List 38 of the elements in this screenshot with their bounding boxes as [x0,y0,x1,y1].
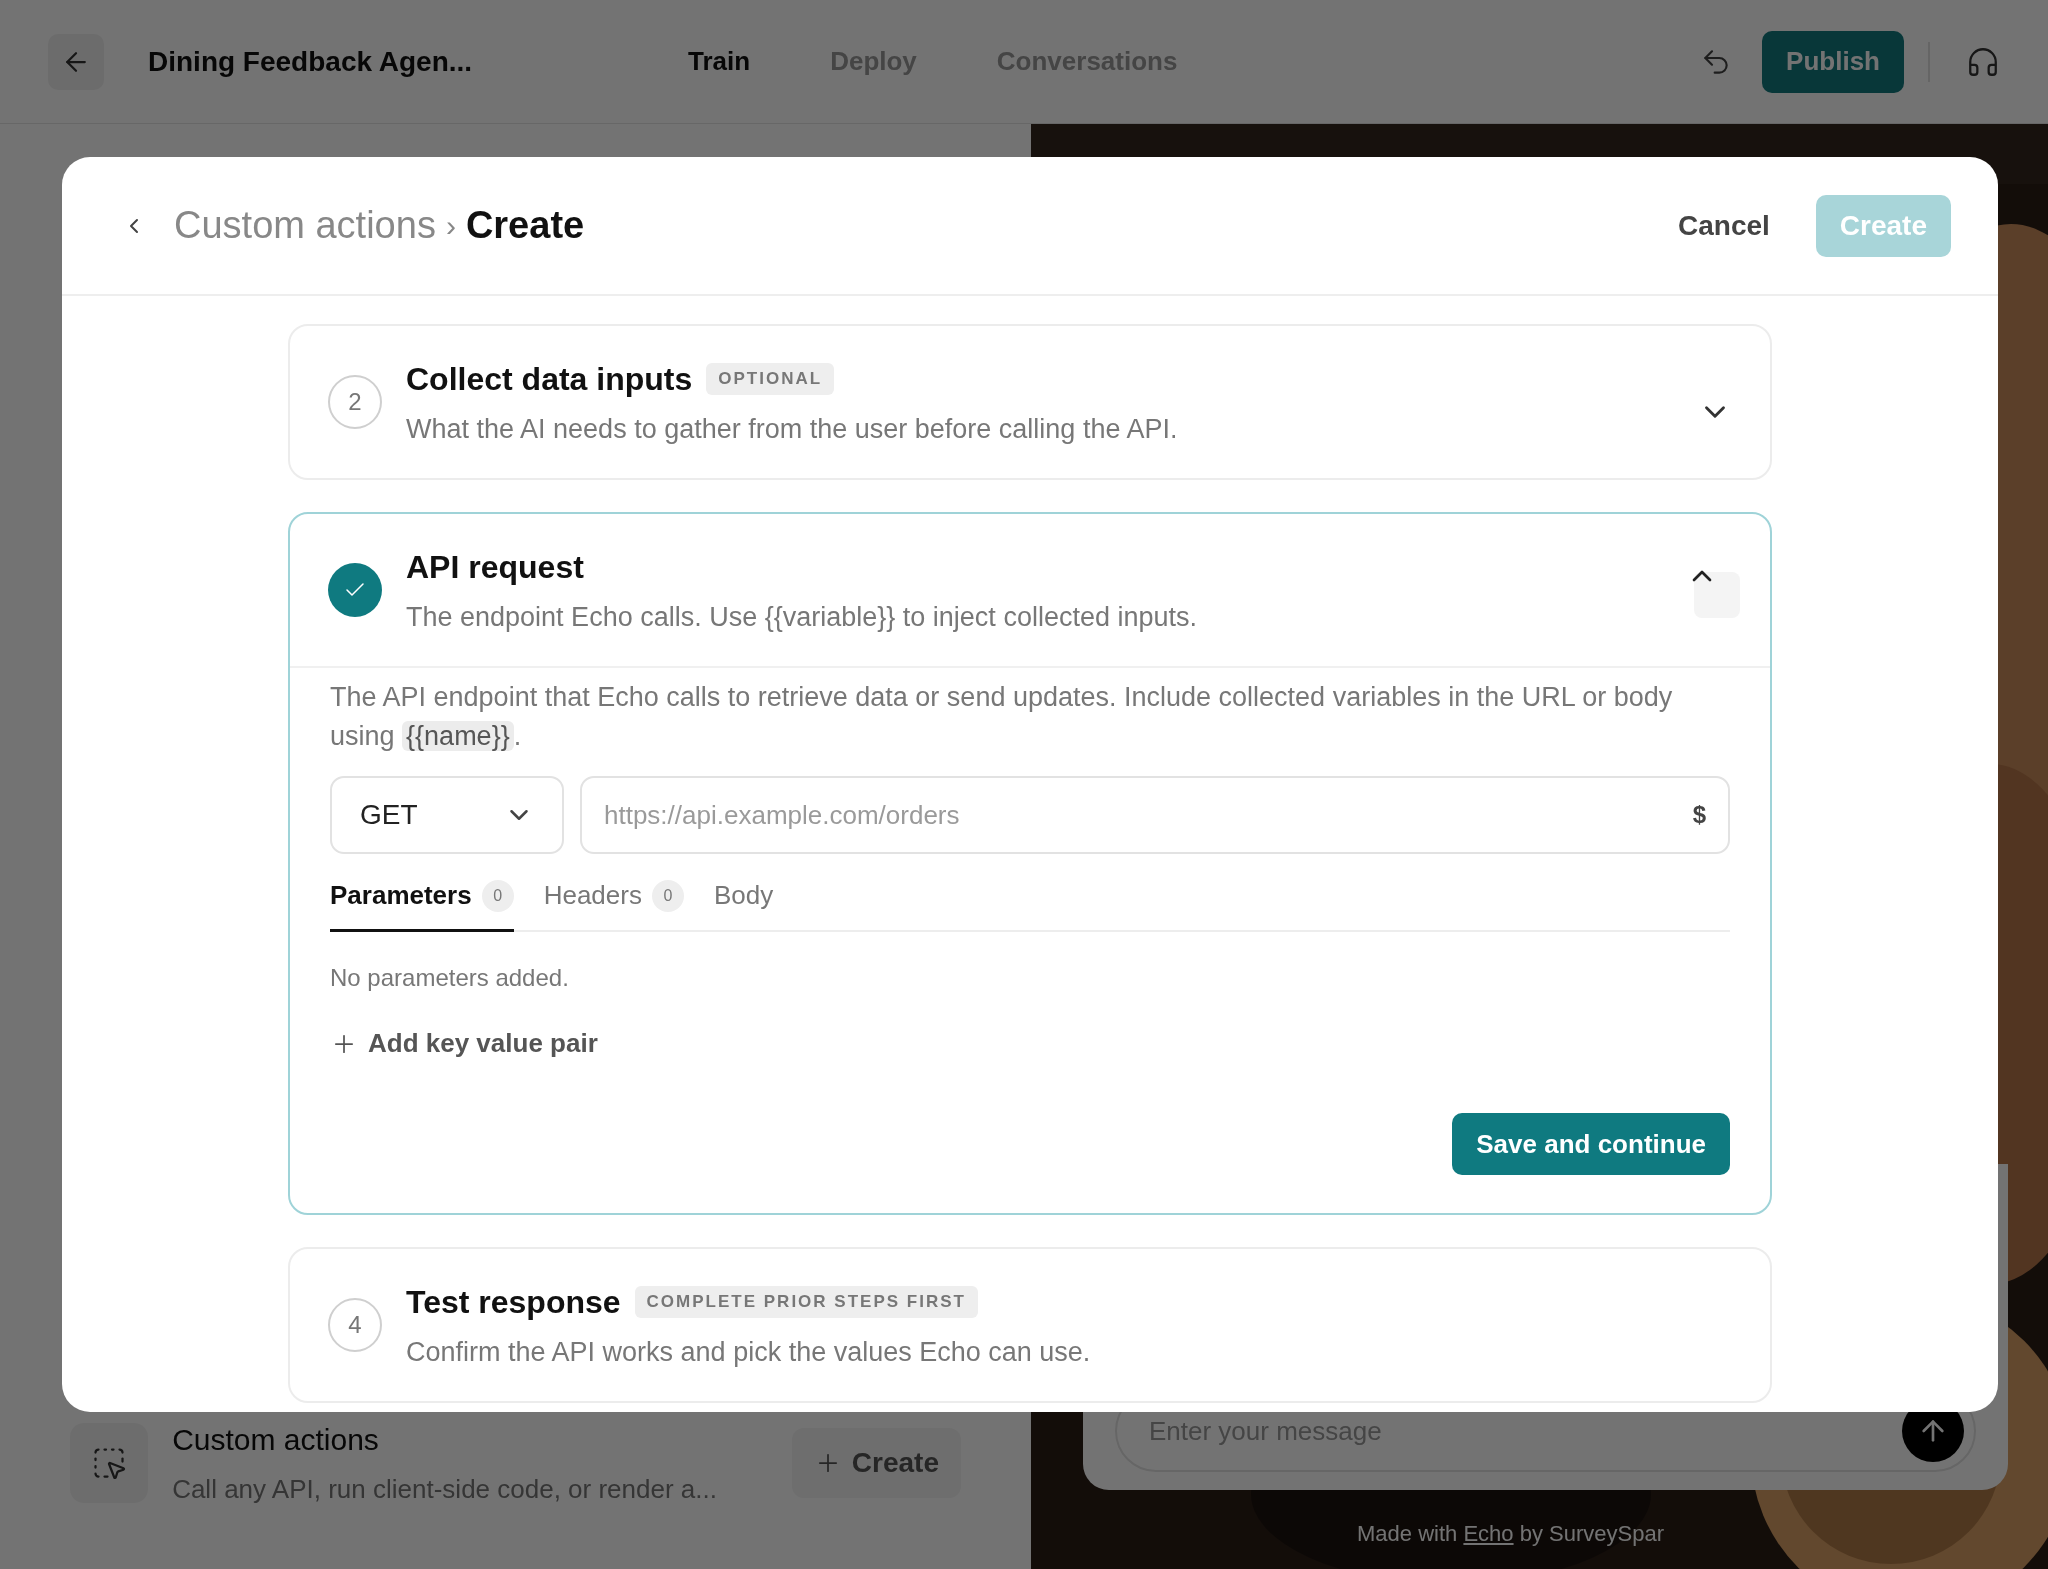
agent-title: Dining Feedback Agen... [148,44,474,79]
footer-credit: Made with Echo by SurveySpar [1357,1520,1664,1548]
url-input[interactable]: https://api.example.com/orders $ [580,776,1730,854]
card-title: Custom actions [172,1422,380,1458]
card-description: Call any API, run client-side code, or render a... [172,1473,718,1506]
breadcrumb-separator: › [445,208,456,244]
add-key-value-button[interactable]: Add key value pair [330,1024,598,1063]
variable-button[interactable]: $ [1692,797,1706,833]
step-number: 4 [328,1298,382,1352]
api-description: The API endpoint that Echo calls to retrieve data or send updates. Include collected variables in the URL or body using {{name}}. [330,681,1674,753]
breadcrumb-parent[interactable]: Custom actions [174,197,436,254]
empty-message: No parameters added. [330,963,570,993]
step-description: Confirm the API works and pick the values Echo can use. [406,1335,1092,1369]
step-badge: COMPLETE PRIOR STEPS FIRST [634,1286,978,1318]
collapse-button[interactable] [1694,572,1740,618]
step-badge: OPTIONAL [706,363,835,395]
request-tab[interactable]: Parameters 0 [330,876,514,932]
back-button[interactable] [48,33,104,90]
save-and-continue-button[interactable]: Save and continue [1452,1113,1730,1175]
cursor-square-icon [91,1445,128,1481]
step-title: Collect data inputs [406,359,693,399]
count-badge: 0 [481,879,514,912]
step-title: Test response [406,1282,621,1322]
url-field[interactable]: https://api.example.com/orders [604,795,1693,835]
step-description: The endpoint Echo calls. Use {{variable}} to inject collected inputs. [406,600,1198,634]
method-select[interactable]: GET [330,776,564,854]
breadcrumb-current: Create [465,203,585,248]
nav-tab[interactable]: Train [688,42,751,81]
step-title: API request [406,547,584,587]
echo-link[interactable]: Echo [1463,1521,1514,1546]
publish-button[interactable]: Publish [1762,30,1904,93]
request-tab[interactable]: Headers 0 [543,876,684,932]
request-tab[interactable]: Body [713,876,774,932]
count-badge: 0 [651,879,684,912]
step-number: 2 [328,375,382,429]
create-action-button[interactable]: Create [791,1428,961,1498]
cancel-button[interactable]: Cancel [1678,204,1770,247]
step-description: What the AI needs to gather from the user before calling the API. [406,412,1179,446]
